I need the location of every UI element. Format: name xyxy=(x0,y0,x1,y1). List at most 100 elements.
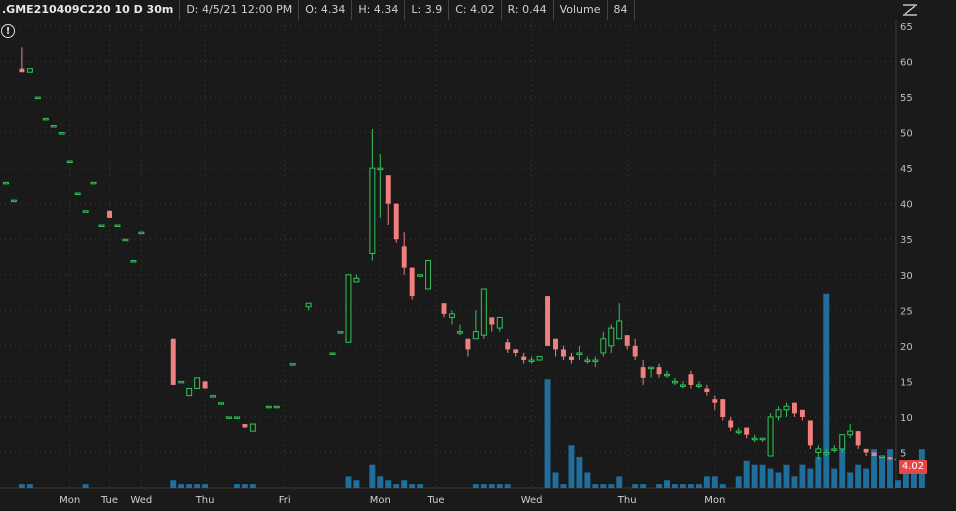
volume-bar xyxy=(791,476,798,488)
x-tick-label: Thu xyxy=(195,495,215,506)
candle-body xyxy=(815,448,822,453)
candle xyxy=(879,455,886,459)
candle xyxy=(401,232,407,275)
candle xyxy=(624,335,630,350)
candle-body xyxy=(449,313,455,318)
candle xyxy=(561,345,566,361)
candle xyxy=(337,331,344,334)
candle-body xyxy=(3,181,9,185)
price-candles xyxy=(3,47,896,461)
y-tick-label: 30 xyxy=(900,271,913,282)
volume-bar xyxy=(799,464,806,488)
candle xyxy=(74,192,81,196)
candle xyxy=(640,360,646,385)
candle-body xyxy=(480,288,487,336)
candle-body xyxy=(561,349,566,357)
candle-body xyxy=(679,384,686,387)
candle-body xyxy=(640,367,646,378)
volume-bar xyxy=(393,484,400,488)
candle-body xyxy=(409,267,415,297)
candle xyxy=(345,274,352,343)
candle xyxy=(799,409,805,421)
chart-header: .GME210409C220 10 D 30m D: 4/5/21 12:00 … xyxy=(0,0,890,20)
candle xyxy=(807,420,813,449)
y-tick-label: 65 xyxy=(900,22,913,33)
y-tick-label: 10 xyxy=(900,413,913,424)
settings-menu-icon[interactable] xyxy=(900,2,920,18)
volume-bar xyxy=(377,476,384,488)
high-readout: H: 4.34 xyxy=(352,0,406,20)
candle-body xyxy=(568,356,574,361)
x-tick-label: Mon xyxy=(370,495,391,506)
candle xyxy=(656,363,662,378)
candle-body xyxy=(648,366,655,370)
volume-bar xyxy=(560,484,567,488)
candle xyxy=(449,310,455,325)
candle-body xyxy=(233,416,240,419)
symbol-label[interactable]: .GME210409C220 10 D 30m xyxy=(0,0,181,20)
candle-body xyxy=(305,302,312,308)
candle xyxy=(417,274,424,277)
candle xyxy=(744,427,750,439)
volume-bar xyxy=(241,484,248,488)
volume-bar xyxy=(807,468,814,488)
candle xyxy=(465,338,471,357)
candle-body xyxy=(728,420,734,428)
candle xyxy=(170,338,176,385)
volume-bar xyxy=(831,468,838,488)
candle xyxy=(329,352,336,355)
candle-body xyxy=(337,331,344,334)
candle-body xyxy=(704,388,710,393)
candlestick-chart[interactable]: 5 10 15 20 25 30 35 40 45 50 55 60 65 Mon Tue Wed Thu Fr… xyxy=(0,0,956,511)
candle-body xyxy=(600,338,607,354)
candle-body xyxy=(82,210,89,213)
volume-bar xyxy=(488,484,495,488)
candle-body xyxy=(170,338,176,385)
volume-bar xyxy=(568,445,575,488)
x-tick-label: Wed xyxy=(130,495,152,506)
candle xyxy=(26,68,33,73)
candle-body xyxy=(178,380,185,384)
candle xyxy=(226,416,232,419)
candle xyxy=(289,363,296,366)
candle-body xyxy=(74,192,81,196)
volume-bar xyxy=(664,480,670,488)
volume-bar xyxy=(385,480,392,488)
candle-body xyxy=(576,352,583,355)
candle-body xyxy=(863,448,869,453)
volume-bar xyxy=(823,293,830,488)
candle-body xyxy=(791,402,797,414)
candle-body xyxy=(456,331,463,334)
candle-body xyxy=(584,359,591,363)
candle xyxy=(672,377,678,385)
candle xyxy=(608,324,615,353)
candle xyxy=(10,199,17,203)
volume-bar xyxy=(695,484,702,488)
candle xyxy=(50,125,57,128)
candle-body xyxy=(553,338,558,350)
candle xyxy=(513,349,519,357)
candle xyxy=(871,452,877,457)
volume-bar xyxy=(855,464,862,488)
x-tick-label: Mon xyxy=(704,495,725,506)
volume-bar xyxy=(751,464,758,488)
volume-bar xyxy=(767,468,774,488)
volume-bar xyxy=(401,480,408,488)
volume-bar xyxy=(672,484,678,488)
x-tick-label: Wed xyxy=(521,495,543,506)
candle-body xyxy=(695,384,702,387)
alert-icon[interactable]: ! xyxy=(1,24,15,38)
candle-body xyxy=(505,342,511,350)
candle xyxy=(600,331,607,357)
volume-bar xyxy=(600,484,607,488)
volume-bar xyxy=(679,484,686,488)
candle-body xyxy=(385,175,391,204)
price-axis: 5 10 15 20 25 30 35 40 45 50 55 60 65 xyxy=(900,22,913,459)
candle-body xyxy=(425,260,432,290)
candle-body xyxy=(823,451,830,455)
candle-body xyxy=(472,331,479,340)
candle xyxy=(353,274,360,283)
candle-body xyxy=(265,405,272,409)
candle-body xyxy=(831,448,838,451)
candle xyxy=(186,387,193,397)
